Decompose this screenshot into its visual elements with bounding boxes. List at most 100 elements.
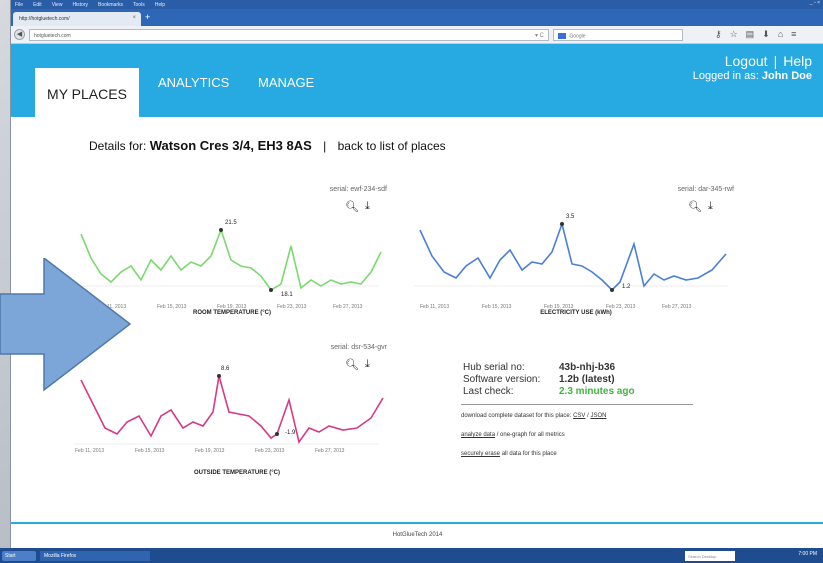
app-header: MY PLACES ANALYTICS MANAGE Logout | Help L… <box>11 44 823 117</box>
browser-tabstrip: http://hotgluetech.com/ × + <box>11 9 823 26</box>
place-name: Watson Cres 3/4, EH3 8AS <box>149 138 312 153</box>
x-tick-label: Feb 11, 2013 <box>420 304 449 310</box>
star-icon[interactable]: ☆ <box>730 29 738 40</box>
new-tab-button[interactable]: + <box>145 12 150 22</box>
max-data-label: 3.5 <box>566 214 575 220</box>
x-tick-label: Feb 19, 2013 <box>195 448 225 454</box>
x-tick-label: Feb 23, 2013 <box>255 448 285 454</box>
hub-serial-value: 43b-nhj-b36 <box>559 362 616 373</box>
min-point <box>610 288 614 292</box>
x-tick-label: Feb 15, 2013 <box>135 448 165 454</box>
min-point <box>269 288 273 292</box>
tab-manage[interactable]: MANAGE <box>258 75 314 90</box>
min-data-label: 18.1 <box>281 292 293 298</box>
browser-navbar: ◀ hotgluetech.com ▾ C Google ⚷ ☆ ▤ ⬇ ⌂ ≡ <box>11 26 823 44</box>
max-point <box>219 228 223 232</box>
search-placeholder: Google <box>569 33 586 40</box>
hub-serial-label: Hub serial no: <box>463 362 525 373</box>
help-link[interactable]: Help <box>783 53 812 69</box>
logged-in-prefix: Logged in as: <box>692 70 759 82</box>
analyze-data-row: analyze data / one-graph for all metrics <box>461 432 565 438</box>
last-check-label: Last check: <box>463 386 514 397</box>
download-dataset-text: download complete dataset for this place… <box>461 413 572 419</box>
menu-history[interactable]: History <box>72 2 88 8</box>
json-link[interactable]: JSON <box>590 413 606 419</box>
details-separator: | <box>323 139 327 153</box>
desktop-search-input[interactable]: Search Desktop <box>685 551 735 561</box>
browser-tab[interactable]: http://hotgluetech.com/ × <box>13 12 141 26</box>
menu-tools[interactable]: Tools <box>133 2 145 8</box>
home-icon[interactable]: ⌂ <box>778 29 783 40</box>
header-links: Logout | Help <box>725 53 812 69</box>
user-name: John Doe <box>761 70 812 82</box>
csv-link[interactable]: CSV <box>573 413 585 419</box>
logged-in-status: Logged in as: John Doe <box>693 70 812 82</box>
logout-link[interactable]: Logout <box>725 53 768 69</box>
annotation-arrow-icon <box>0 258 132 392</box>
menu-view[interactable]: View <box>52 2 63 8</box>
chart-serial: serial: dar-345-rwf <box>677 186 734 193</box>
key-icon[interactable]: ⚷ <box>715 29 722 40</box>
x-tick-label: Feb 27, 2013 <box>333 304 363 310</box>
securely-erase-link[interactable]: securely erase <box>461 451 500 457</box>
x-tick-label: Feb 27, 2013 <box>315 448 345 454</box>
menu-file[interactable]: File <box>15 2 23 8</box>
software-version-value: 1.2b (latest) <box>559 374 615 385</box>
software-version-label: Software version: <box>463 374 541 385</box>
last-check-value: 2.3 minutes ago <box>559 386 635 397</box>
browser-menubar: File Edit View History Bookmarks Tools H… <box>11 0 823 9</box>
google-logo-icon <box>558 33 566 39</box>
chart-title: ELECTRICITY USE (kWh) <box>540 310 612 316</box>
place-details-heading: Details for: Watson Cres 3/4, EH3 8AS | … <box>89 138 446 153</box>
max-data-label: 21.5 <box>225 220 237 226</box>
menu-icon[interactable]: ≡ <box>791 29 796 40</box>
taskbar-firefox-button[interactable]: Mozilla Firefox <box>40 551 150 561</box>
erase-data-text: all data for this place <box>501 451 557 457</box>
url-text: hotgluetech.com <box>34 33 71 39</box>
menu-bookmarks[interactable]: Bookmarks <box>98 2 123 8</box>
electricity-use-chart-card: serial: dar-345-rwf 🔍︎ ⤓ 3.5 1.2 Feb 11,… <box>406 186 736 321</box>
analyze-data-link[interactable]: analyze data <box>461 432 495 438</box>
analyze-data-text: / one-graph for all metrics <box>496 432 565 438</box>
electricity-use-chart: 3.5 1.2 Feb 11, 2013 Feb 15, 2013 Feb 19… <box>414 214 728 310</box>
max-point <box>217 374 221 378</box>
menu-edit[interactable]: Edit <box>33 2 42 8</box>
max-data-label: 8.6 <box>221 366 230 372</box>
back-to-places-link[interactable]: back to list of places <box>338 139 446 153</box>
url-bar[interactable]: hotgluetech.com ▾ C <box>29 29 549 41</box>
tab-my-places[interactable]: MY PLACES <box>35 68 139 117</box>
page-footer: HotGlueTech 2014 <box>11 522 823 548</box>
details-prefix: Details for: <box>89 139 147 153</box>
clock: 7:00 PM <box>798 551 817 557</box>
start-button[interactable]: Start <box>2 551 36 561</box>
menu-help[interactable]: Help <box>155 2 165 8</box>
x-tick-label: Feb 11, 2013 <box>75 448 104 454</box>
reload-icon[interactable]: ▾ C <box>535 32 544 39</box>
hub-info: Hub serial no: 43b-nhj-b36 Software versi… <box>463 362 635 398</box>
hub-divider <box>461 404 693 405</box>
chart-serial: serial: dsr-534-gvr <box>330 344 387 351</box>
min-point <box>275 432 279 436</box>
bookmarks-icon[interactable]: ▤ <box>746 29 755 40</box>
x-tick-label: Feb 27, 2013 <box>662 304 692 310</box>
chart-title: ROOM TEMPERATURE (°C) <box>193 310 271 316</box>
os-taskbar: Start Mozilla Firefox Search Desktop 7:0… <box>0 548 823 563</box>
browser-tab-title: http://hotgluetech.com/ <box>19 16 70 22</box>
back-arrow-icon[interactable]: ◀ <box>14 29 25 40</box>
max-point <box>560 222 564 226</box>
download-icon[interactable]: ⬇ <box>762 29 770 40</box>
search-input[interactable]: Google <box>553 29 683 41</box>
browser-toolbar-icons: ⚷ ☆ ▤ ⬇ ⌂ ≡ <box>715 29 796 40</box>
x-tick-label: Feb 15, 2013 <box>482 304 512 310</box>
tab-analytics[interactable]: ANALYTICS <box>158 75 229 90</box>
erase-data-row: securely erase all data for this place <box>461 451 557 457</box>
close-tab-icon[interactable]: × <box>132 15 136 21</box>
chart-serial: serial: ewf-234-sdf <box>329 186 387 193</box>
min-data-label: -1.9 <box>285 430 296 436</box>
chart-title: OUTSIDE TEMPERATURE (°C) <box>194 470 280 476</box>
window-controls[interactable]: _ ▫ × <box>810 0 820 6</box>
footer-text: HotGlueTech 2014 <box>392 532 443 538</box>
min-data-label: 1.2 <box>622 284 631 290</box>
header-separator: | <box>773 53 778 69</box>
series-line <box>419 221 727 292</box>
